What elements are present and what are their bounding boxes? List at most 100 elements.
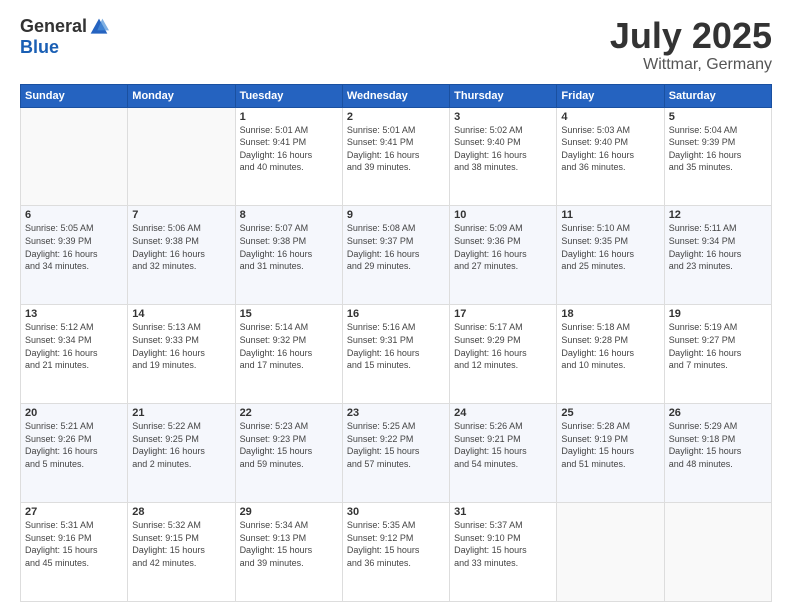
calendar-week-row: 27Sunrise: 5:31 AM Sunset: 9:16 PM Dayli… bbox=[21, 503, 772, 602]
table-row: 29Sunrise: 5:34 AM Sunset: 9:13 PM Dayli… bbox=[235, 503, 342, 602]
table-row bbox=[128, 107, 235, 206]
table-row: 19Sunrise: 5:19 AM Sunset: 9:27 PM Dayli… bbox=[664, 305, 771, 404]
day-info: Sunrise: 5:22 AM Sunset: 9:25 PM Dayligh… bbox=[132, 420, 230, 470]
location: Wittmar, Germany bbox=[610, 56, 772, 74]
day-info: Sunrise: 5:35 AM Sunset: 9:12 PM Dayligh… bbox=[347, 519, 445, 569]
day-number: 26 bbox=[669, 407, 767, 419]
day-number: 19 bbox=[669, 308, 767, 320]
header-wednesday: Wednesday bbox=[342, 84, 449, 107]
day-info: Sunrise: 5:17 AM Sunset: 9:29 PM Dayligh… bbox=[454, 321, 552, 371]
day-info: Sunrise: 5:10 AM Sunset: 9:35 PM Dayligh… bbox=[561, 222, 659, 272]
calendar-table: Sunday Monday Tuesday Wednesday Thursday… bbox=[20, 84, 772, 602]
table-row: 15Sunrise: 5:14 AM Sunset: 9:32 PM Dayli… bbox=[235, 305, 342, 404]
table-row: 14Sunrise: 5:13 AM Sunset: 9:33 PM Dayli… bbox=[128, 305, 235, 404]
day-info: Sunrise: 5:12 AM Sunset: 9:34 PM Dayligh… bbox=[25, 321, 123, 371]
day-info: Sunrise: 5:02 AM Sunset: 9:40 PM Dayligh… bbox=[454, 124, 552, 174]
day-number: 10 bbox=[454, 209, 552, 221]
day-info: Sunrise: 5:09 AM Sunset: 9:36 PM Dayligh… bbox=[454, 222, 552, 272]
table-row: 22Sunrise: 5:23 AM Sunset: 9:23 PM Dayli… bbox=[235, 404, 342, 503]
day-info: Sunrise: 5:01 AM Sunset: 9:41 PM Dayligh… bbox=[240, 124, 338, 174]
day-info: Sunrise: 5:26 AM Sunset: 9:21 PM Dayligh… bbox=[454, 420, 552, 470]
day-number: 28 bbox=[132, 506, 230, 518]
day-info: Sunrise: 5:23 AM Sunset: 9:23 PM Dayligh… bbox=[240, 420, 338, 470]
weekday-header-row: Sunday Monday Tuesday Wednesday Thursday… bbox=[21, 84, 772, 107]
header-monday: Monday bbox=[128, 84, 235, 107]
day-number: 14 bbox=[132, 308, 230, 320]
table-row: 10Sunrise: 5:09 AM Sunset: 9:36 PM Dayli… bbox=[450, 206, 557, 305]
header-tuesday: Tuesday bbox=[235, 84, 342, 107]
day-number: 17 bbox=[454, 308, 552, 320]
day-info: Sunrise: 5:08 AM Sunset: 9:37 PM Dayligh… bbox=[347, 222, 445, 272]
table-row: 8Sunrise: 5:07 AM Sunset: 9:38 PM Daylig… bbox=[235, 206, 342, 305]
table-row: 3Sunrise: 5:02 AM Sunset: 9:40 PM Daylig… bbox=[450, 107, 557, 206]
day-info: Sunrise: 5:34 AM Sunset: 9:13 PM Dayligh… bbox=[240, 519, 338, 569]
day-number: 13 bbox=[25, 308, 123, 320]
day-info: Sunrise: 5:14 AM Sunset: 9:32 PM Dayligh… bbox=[240, 321, 338, 371]
table-row: 24Sunrise: 5:26 AM Sunset: 9:21 PM Dayli… bbox=[450, 404, 557, 503]
day-info: Sunrise: 5:06 AM Sunset: 9:38 PM Dayligh… bbox=[132, 222, 230, 272]
table-row: 18Sunrise: 5:18 AM Sunset: 9:28 PM Dayli… bbox=[557, 305, 664, 404]
day-info: Sunrise: 5:21 AM Sunset: 9:26 PM Dayligh… bbox=[25, 420, 123, 470]
day-info: Sunrise: 5:07 AM Sunset: 9:38 PM Dayligh… bbox=[240, 222, 338, 272]
day-number: 8 bbox=[240, 209, 338, 221]
table-row: 7Sunrise: 5:06 AM Sunset: 9:38 PM Daylig… bbox=[128, 206, 235, 305]
table-row: 20Sunrise: 5:21 AM Sunset: 9:26 PM Dayli… bbox=[21, 404, 128, 503]
day-number: 20 bbox=[25, 407, 123, 419]
day-number: 24 bbox=[454, 407, 552, 419]
table-row: 2Sunrise: 5:01 AM Sunset: 9:41 PM Daylig… bbox=[342, 107, 449, 206]
day-number: 2 bbox=[347, 111, 445, 123]
day-number: 6 bbox=[25, 209, 123, 221]
day-number: 1 bbox=[240, 111, 338, 123]
day-info: Sunrise: 5:16 AM Sunset: 9:31 PM Dayligh… bbox=[347, 321, 445, 371]
table-row: 28Sunrise: 5:32 AM Sunset: 9:15 PM Dayli… bbox=[128, 503, 235, 602]
day-info: Sunrise: 5:37 AM Sunset: 9:10 PM Dayligh… bbox=[454, 519, 552, 569]
table-row: 23Sunrise: 5:25 AM Sunset: 9:22 PM Dayli… bbox=[342, 404, 449, 503]
day-number: 3 bbox=[454, 111, 552, 123]
day-number: 18 bbox=[561, 308, 659, 320]
header-thursday: Thursday bbox=[450, 84, 557, 107]
day-info: Sunrise: 5:32 AM Sunset: 9:15 PM Dayligh… bbox=[132, 519, 230, 569]
day-number: 25 bbox=[561, 407, 659, 419]
table-row: 27Sunrise: 5:31 AM Sunset: 9:16 PM Dayli… bbox=[21, 503, 128, 602]
day-info: Sunrise: 5:25 AM Sunset: 9:22 PM Dayligh… bbox=[347, 420, 445, 470]
calendar-week-row: 6Sunrise: 5:05 AM Sunset: 9:39 PM Daylig… bbox=[21, 206, 772, 305]
day-info: Sunrise: 5:29 AM Sunset: 9:18 PM Dayligh… bbox=[669, 420, 767, 470]
table-row: 1Sunrise: 5:01 AM Sunset: 9:41 PM Daylig… bbox=[235, 107, 342, 206]
month-title: July 2025 bbox=[610, 16, 772, 56]
table-row: 4Sunrise: 5:03 AM Sunset: 9:40 PM Daylig… bbox=[557, 107, 664, 206]
header-saturday: Saturday bbox=[664, 84, 771, 107]
day-info: Sunrise: 5:11 AM Sunset: 9:34 PM Dayligh… bbox=[669, 222, 767, 272]
calendar-page: General Blue July 2025 Wittmar, Germany … bbox=[0, 0, 792, 612]
table-row: 6Sunrise: 5:05 AM Sunset: 9:39 PM Daylig… bbox=[21, 206, 128, 305]
day-info: Sunrise: 5:05 AM Sunset: 9:39 PM Dayligh… bbox=[25, 222, 123, 272]
table-row: 30Sunrise: 5:35 AM Sunset: 9:12 PM Dayli… bbox=[342, 503, 449, 602]
table-row: 25Sunrise: 5:28 AM Sunset: 9:19 PM Dayli… bbox=[557, 404, 664, 503]
table-row: 17Sunrise: 5:17 AM Sunset: 9:29 PM Dayli… bbox=[450, 305, 557, 404]
day-info: Sunrise: 5:01 AM Sunset: 9:41 PM Dayligh… bbox=[347, 124, 445, 174]
day-info: Sunrise: 5:19 AM Sunset: 9:27 PM Dayligh… bbox=[669, 321, 767, 371]
header-sunday: Sunday bbox=[21, 84, 128, 107]
day-number: 30 bbox=[347, 506, 445, 518]
table-row bbox=[21, 107, 128, 206]
table-row bbox=[557, 503, 664, 602]
table-row: 13Sunrise: 5:12 AM Sunset: 9:34 PM Dayli… bbox=[21, 305, 128, 404]
day-number: 11 bbox=[561, 209, 659, 221]
table-row: 5Sunrise: 5:04 AM Sunset: 9:39 PM Daylig… bbox=[664, 107, 771, 206]
day-number: 15 bbox=[240, 308, 338, 320]
day-number: 7 bbox=[132, 209, 230, 221]
day-number: 22 bbox=[240, 407, 338, 419]
header: General Blue July 2025 Wittmar, Germany bbox=[20, 16, 772, 74]
day-number: 12 bbox=[669, 209, 767, 221]
header-friday: Friday bbox=[557, 84, 664, 107]
day-info: Sunrise: 5:31 AM Sunset: 9:16 PM Dayligh… bbox=[25, 519, 123, 569]
table-row: 11Sunrise: 5:10 AM Sunset: 9:35 PM Dayli… bbox=[557, 206, 664, 305]
calendar-week-row: 1Sunrise: 5:01 AM Sunset: 9:41 PM Daylig… bbox=[21, 107, 772, 206]
day-number: 21 bbox=[132, 407, 230, 419]
table-row bbox=[664, 503, 771, 602]
title-block: July 2025 Wittmar, Germany bbox=[610, 16, 772, 74]
day-info: Sunrise: 5:18 AM Sunset: 9:28 PM Dayligh… bbox=[561, 321, 659, 371]
day-info: Sunrise: 5:13 AM Sunset: 9:33 PM Dayligh… bbox=[132, 321, 230, 371]
day-number: 5 bbox=[669, 111, 767, 123]
calendar-week-row: 20Sunrise: 5:21 AM Sunset: 9:26 PM Dayli… bbox=[21, 404, 772, 503]
table-row: 26Sunrise: 5:29 AM Sunset: 9:18 PM Dayli… bbox=[664, 404, 771, 503]
